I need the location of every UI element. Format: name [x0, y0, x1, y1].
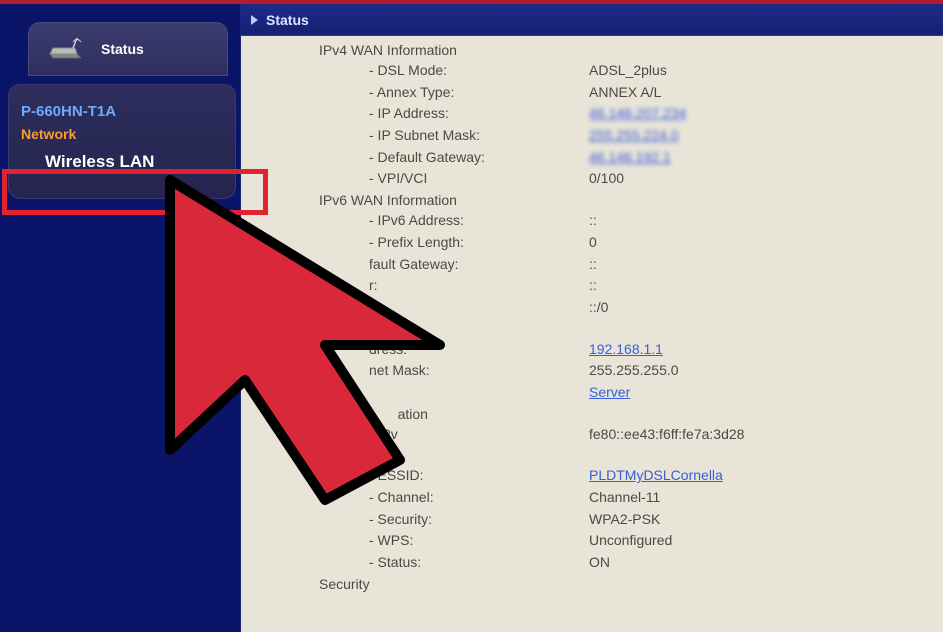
label: : — [369, 297, 589, 319]
label: - Annex Type: — [369, 82, 589, 104]
row-lan-server: Server — [261, 382, 935, 404]
header-title: Status — [266, 12, 309, 28]
row-ipv6-address: - IPv6 Address::: — [261, 210, 935, 232]
row-lan-address: dress:192.168.1.1 — [261, 339, 935, 361]
value: ::/0 — [589, 297, 935, 319]
label: - Security: — [369, 509, 589, 531]
value: Channel-11 — [589, 487, 935, 509]
row-lan-ipv6: - IPvfe80::ee43:f6ff:fe7a:3d28 — [261, 424, 935, 446]
content-header: Status — [241, 4, 943, 36]
link-default-gateway[interactable]: 46.146.192.1 — [589, 149, 671, 165]
row-essid: - ESSID:PLDTMyDSLCornella — [261, 465, 935, 487]
value: fe80::ee43:f6ff:fe7a:3d28 — [589, 424, 935, 446]
row-ipv6-gateway: fault Gateway::: — [261, 254, 935, 276]
value: ON — [589, 552, 935, 574]
sidebar-status-tab[interactable]: Status — [28, 22, 228, 76]
value: :: — [589, 254, 935, 276]
row-wlan-status: - Status:ON — [261, 552, 935, 574]
row-lan-subnet: net Mask:255.255.255.0 — [261, 360, 935, 382]
link-subnet-mask[interactable]: 255.255.224.0 — [589, 127, 679, 143]
link-ip-address[interactable]: 46.146.207.234 — [589, 105, 686, 121]
label — [369, 382, 589, 404]
label: net Mask: — [369, 360, 589, 382]
row-default-gateway: - Default Gateway:46.146.192.1 — [261, 147, 935, 169]
row-vpi-vci: - VPI/VCI0/100 — [261, 168, 935, 190]
value: :: — [589, 210, 935, 232]
value: 0/100 — [589, 168, 935, 190]
value: ADSL_2plus — [589, 60, 935, 82]
section-wlan: WLAN Info — [261, 447, 935, 463]
label: - DSL Mode: — [369, 60, 589, 82]
status-tab-label: Status — [101, 41, 144, 57]
section-lan-ipv4: ation — [261, 321, 935, 337]
label: - Prefix Length: — [369, 232, 589, 254]
header-triangle-icon — [251, 15, 258, 25]
row-annex-type: - Annex Type:ANNEX A/L — [261, 82, 935, 104]
nav-wlan-label: Wireless LAN — [17, 144, 227, 180]
label: - WPS: — [369, 530, 589, 552]
row-ipv6-r: r::: — [261, 275, 935, 297]
label: dress: — [369, 339, 589, 361]
main-layout: Status P-660HN-T1A Network Wireless LAN … — [0, 4, 943, 632]
nav-item-wireless-lan[interactable]: Wireless LAN — [17, 144, 227, 180]
value: ANNEX A/L — [589, 82, 935, 104]
nav-panel: P-660HN-T1A Network Wireless LAN — [8, 84, 236, 199]
section-lan-ipv6: IPv6 ation — [261, 406, 935, 422]
section-ipv6-wan: IPv6 WAN Information — [261, 192, 935, 208]
nav-item-network[interactable]: Network — [17, 126, 227, 142]
row-channel: - Channel:Channel-11 — [261, 487, 935, 509]
label: - IP Subnet Mask: — [369, 125, 589, 147]
row-ipv6-p: :::/0 — [261, 297, 935, 319]
value: 255.255.255.0 — [589, 360, 935, 382]
value: Unconfigured — [589, 530, 935, 552]
device-name: P-660HN-T1A — [17, 103, 227, 120]
label: - Channel: — [369, 487, 589, 509]
label: - IP Address: — [369, 103, 589, 125]
section-ipv4-wan: IPv4 WAN Information — [261, 42, 935, 58]
row-security: - Security:WPA2-PSK — [261, 509, 935, 531]
label: - VPI/VCI — [369, 168, 589, 190]
content-area: Status IPv4 WAN Information - DSL Mode:A… — [240, 4, 943, 632]
label: - Default Gateway: — [369, 147, 589, 169]
value: :: — [589, 275, 935, 297]
label: fault Gateway: — [369, 254, 589, 276]
link-server[interactable]: Server — [589, 384, 630, 400]
section-security: Security — [261, 576, 935, 592]
label: - IPv — [369, 424, 589, 446]
label: - ESSID: — [369, 465, 589, 487]
status-panel: IPv4 WAN Information - DSL Mode:ADSL_2pl… — [241, 36, 943, 632]
link-essid[interactable]: PLDTMyDSLCornella — [589, 467, 723, 483]
label: - IPv6 Address: — [369, 210, 589, 232]
row-wps: - WPS:Unconfigured — [261, 530, 935, 552]
row-ip-address: - IP Address:46.146.207.234 — [261, 103, 935, 125]
modem-icon — [47, 35, 87, 63]
row-dsl-mode: - DSL Mode:ADSL_2plus — [261, 60, 935, 82]
label: r: — [369, 275, 589, 297]
value: WPA2-PSK — [589, 509, 935, 531]
link-lan-ip[interactable]: 192.168.1.1 — [589, 341, 663, 357]
row-prefix-length: - Prefix Length:0 — [261, 232, 935, 254]
sidebar: Status P-660HN-T1A Network Wireless LAN — [0, 4, 240, 632]
value: 0 — [589, 232, 935, 254]
label: - Status: — [369, 552, 589, 574]
nav-network-label: Network — [21, 126, 76, 142]
row-subnet-mask: - IP Subnet Mask:255.255.224.0 — [261, 125, 935, 147]
